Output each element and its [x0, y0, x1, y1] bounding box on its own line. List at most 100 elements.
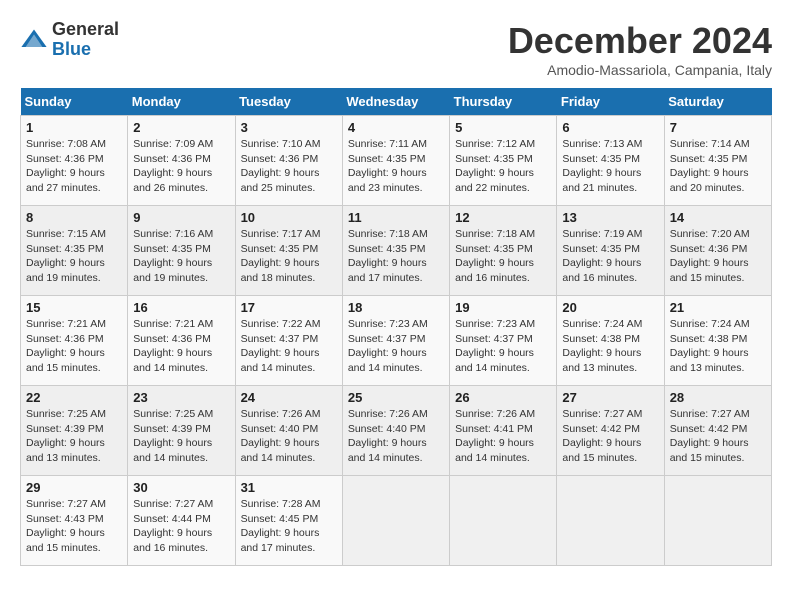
day-info: Sunrise: 7:20 AM Sunset: 4:36 PM Dayligh…	[670, 227, 766, 286]
calendar-cell: 15 Sunrise: 7:21 AM Sunset: 4:36 PM Dayl…	[21, 296, 128, 386]
location-subtitle: Amodio-Massariola, Campania, Italy	[508, 62, 772, 78]
day-number: 30	[133, 480, 229, 495]
day-info: Sunrise: 7:28 AM Sunset: 4:45 PM Dayligh…	[241, 497, 337, 556]
day-info: Sunrise: 7:22 AM Sunset: 4:37 PM Dayligh…	[241, 317, 337, 376]
day-number: 27	[562, 390, 658, 405]
calendar-cell: 12 Sunrise: 7:18 AM Sunset: 4:35 PM Dayl…	[450, 206, 557, 296]
calendar-cell: 29 Sunrise: 7:27 AM Sunset: 4:43 PM Dayl…	[21, 476, 128, 566]
day-info: Sunrise: 7:11 AM Sunset: 4:35 PM Dayligh…	[348, 137, 444, 196]
title-section: December 2024 Amodio-Massariola, Campani…	[508, 20, 772, 78]
day-number: 25	[348, 390, 444, 405]
logo-icon	[20, 26, 48, 54]
calendar-cell: 6 Sunrise: 7:13 AM Sunset: 4:35 PM Dayli…	[557, 116, 664, 206]
day-info: Sunrise: 7:26 AM Sunset: 4:40 PM Dayligh…	[241, 407, 337, 466]
day-number: 6	[562, 120, 658, 135]
day-info: Sunrise: 7:10 AM Sunset: 4:36 PM Dayligh…	[241, 137, 337, 196]
day-number: 29	[26, 480, 122, 495]
day-header-friday: Friday	[557, 88, 664, 116]
calendar-cell: 23 Sunrise: 7:25 AM Sunset: 4:39 PM Dayl…	[128, 386, 235, 476]
day-number: 2	[133, 120, 229, 135]
calendar-cell: 25 Sunrise: 7:26 AM Sunset: 4:40 PM Dayl…	[342, 386, 449, 476]
day-number: 24	[241, 390, 337, 405]
calendar-cell: 27 Sunrise: 7:27 AM Sunset: 4:42 PM Dayl…	[557, 386, 664, 476]
calendar-cell: 5 Sunrise: 7:12 AM Sunset: 4:35 PM Dayli…	[450, 116, 557, 206]
day-number: 12	[455, 210, 551, 225]
day-number: 10	[241, 210, 337, 225]
calendar-week-row: 15 Sunrise: 7:21 AM Sunset: 4:36 PM Dayl…	[21, 296, 772, 386]
calendar-cell: 21 Sunrise: 7:24 AM Sunset: 4:38 PM Dayl…	[664, 296, 771, 386]
day-info: Sunrise: 7:18 AM Sunset: 4:35 PM Dayligh…	[455, 227, 551, 286]
logo-general: General	[52, 19, 119, 39]
calendar-cell: 22 Sunrise: 7:25 AM Sunset: 4:39 PM Dayl…	[21, 386, 128, 476]
day-number: 23	[133, 390, 229, 405]
day-info: Sunrise: 7:26 AM Sunset: 4:41 PM Dayligh…	[455, 407, 551, 466]
day-info: Sunrise: 7:23 AM Sunset: 4:37 PM Dayligh…	[455, 317, 551, 376]
calendar-cell: 13 Sunrise: 7:19 AM Sunset: 4:35 PM Dayl…	[557, 206, 664, 296]
day-number: 26	[455, 390, 551, 405]
calendar-week-row: 8 Sunrise: 7:15 AM Sunset: 4:35 PM Dayli…	[21, 206, 772, 296]
calendar-cell: 7 Sunrise: 7:14 AM Sunset: 4:35 PM Dayli…	[664, 116, 771, 206]
month-title: December 2024	[508, 20, 772, 62]
day-info: Sunrise: 7:26 AM Sunset: 4:40 PM Dayligh…	[348, 407, 444, 466]
calendar-cell: 11 Sunrise: 7:18 AM Sunset: 4:35 PM Dayl…	[342, 206, 449, 296]
day-number: 19	[455, 300, 551, 315]
day-number: 28	[670, 390, 766, 405]
calendar-cell: 10 Sunrise: 7:17 AM Sunset: 4:35 PM Dayl…	[235, 206, 342, 296]
logo-text: General Blue	[52, 20, 119, 60]
day-info: Sunrise: 7:14 AM Sunset: 4:35 PM Dayligh…	[670, 137, 766, 196]
day-info: Sunrise: 7:27 AM Sunset: 4:44 PM Dayligh…	[133, 497, 229, 556]
calendar-body: 1 Sunrise: 7:08 AM Sunset: 4:36 PM Dayli…	[21, 116, 772, 566]
day-header-tuesday: Tuesday	[235, 88, 342, 116]
day-header-wednesday: Wednesday	[342, 88, 449, 116]
day-number: 20	[562, 300, 658, 315]
day-info: Sunrise: 7:21 AM Sunset: 4:36 PM Dayligh…	[133, 317, 229, 376]
day-info: Sunrise: 7:27 AM Sunset: 4:42 PM Dayligh…	[562, 407, 658, 466]
day-number: 13	[562, 210, 658, 225]
calendar-cell: 9 Sunrise: 7:16 AM Sunset: 4:35 PM Dayli…	[128, 206, 235, 296]
calendar-cell: 17 Sunrise: 7:22 AM Sunset: 4:37 PM Dayl…	[235, 296, 342, 386]
calendar-cell: 14 Sunrise: 7:20 AM Sunset: 4:36 PM Dayl…	[664, 206, 771, 296]
day-number: 14	[670, 210, 766, 225]
calendar-table: SundayMondayTuesdayWednesdayThursdayFrid…	[20, 88, 772, 566]
day-info: Sunrise: 7:16 AM Sunset: 4:35 PM Dayligh…	[133, 227, 229, 286]
calendar-cell: 3 Sunrise: 7:10 AM Sunset: 4:36 PM Dayli…	[235, 116, 342, 206]
calendar-cell: 18 Sunrise: 7:23 AM Sunset: 4:37 PM Dayl…	[342, 296, 449, 386]
day-number: 18	[348, 300, 444, 315]
day-header-sunday: Sunday	[21, 88, 128, 116]
calendar-cell	[450, 476, 557, 566]
day-number: 5	[455, 120, 551, 135]
calendar-cell: 24 Sunrise: 7:26 AM Sunset: 4:40 PM Dayl…	[235, 386, 342, 476]
calendar-cell: 30 Sunrise: 7:27 AM Sunset: 4:44 PM Dayl…	[128, 476, 235, 566]
calendar-cell	[664, 476, 771, 566]
calendar-cell	[342, 476, 449, 566]
calendar-cell: 31 Sunrise: 7:28 AM Sunset: 4:45 PM Dayl…	[235, 476, 342, 566]
calendar-cell: 19 Sunrise: 7:23 AM Sunset: 4:37 PM Dayl…	[450, 296, 557, 386]
calendar-cell: 16 Sunrise: 7:21 AM Sunset: 4:36 PM Dayl…	[128, 296, 235, 386]
day-number: 3	[241, 120, 337, 135]
calendar-cell: 4 Sunrise: 7:11 AM Sunset: 4:35 PM Dayli…	[342, 116, 449, 206]
calendar-week-row: 1 Sunrise: 7:08 AM Sunset: 4:36 PM Dayli…	[21, 116, 772, 206]
day-number: 8	[26, 210, 122, 225]
day-number: 9	[133, 210, 229, 225]
logo: General Blue	[20, 20, 119, 60]
day-info: Sunrise: 7:15 AM Sunset: 4:35 PM Dayligh…	[26, 227, 122, 286]
day-info: Sunrise: 7:18 AM Sunset: 4:35 PM Dayligh…	[348, 227, 444, 286]
day-number: 22	[26, 390, 122, 405]
day-info: Sunrise: 7:17 AM Sunset: 4:35 PM Dayligh…	[241, 227, 337, 286]
day-info: Sunrise: 7:23 AM Sunset: 4:37 PM Dayligh…	[348, 317, 444, 376]
day-number: 4	[348, 120, 444, 135]
day-info: Sunrise: 7:08 AM Sunset: 4:36 PM Dayligh…	[26, 137, 122, 196]
calendar-header-row: SundayMondayTuesdayWednesdayThursdayFrid…	[21, 88, 772, 116]
calendar-cell: 1 Sunrise: 7:08 AM Sunset: 4:36 PM Dayli…	[21, 116, 128, 206]
day-header-thursday: Thursday	[450, 88, 557, 116]
day-number: 16	[133, 300, 229, 315]
calendar-cell: 2 Sunrise: 7:09 AM Sunset: 4:36 PM Dayli…	[128, 116, 235, 206]
day-info: Sunrise: 7:27 AM Sunset: 4:42 PM Dayligh…	[670, 407, 766, 466]
day-number: 11	[348, 210, 444, 225]
day-info: Sunrise: 7:13 AM Sunset: 4:35 PM Dayligh…	[562, 137, 658, 196]
calendar-cell: 20 Sunrise: 7:24 AM Sunset: 4:38 PM Dayl…	[557, 296, 664, 386]
calendar-cell	[557, 476, 664, 566]
day-number: 7	[670, 120, 766, 135]
day-info: Sunrise: 7:21 AM Sunset: 4:36 PM Dayligh…	[26, 317, 122, 376]
day-info: Sunrise: 7:25 AM Sunset: 4:39 PM Dayligh…	[26, 407, 122, 466]
